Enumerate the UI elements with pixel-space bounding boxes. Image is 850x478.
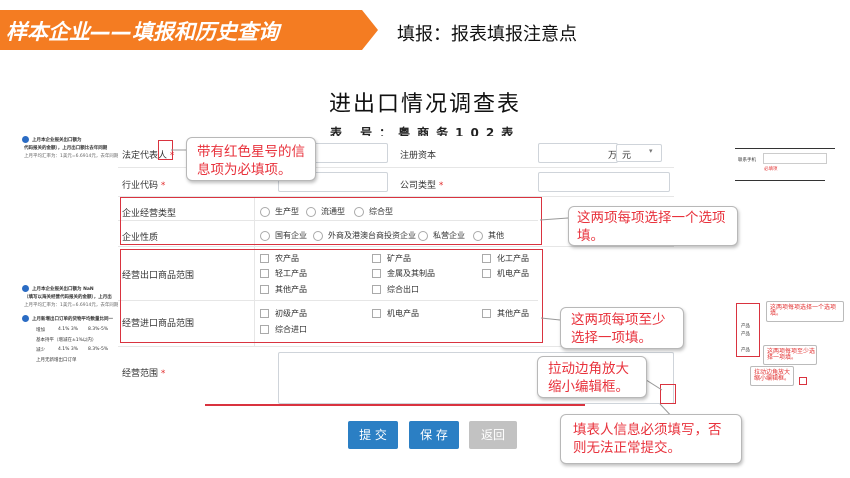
submit-button[interactable]: 提 交 [348,421,398,449]
callout-multi-choice: 这两项每项至少选择一项填。 [560,307,684,349]
callout-filler-info: 填表人信息必须填写，否则无法正常提交。 [560,414,742,464]
callout-resize: 拉动边角放大缩小编辑框。 [537,356,647,398]
back-button[interactable]: 返回 [469,421,517,449]
callout-required: 带有红色星号的信息项为必填项。 [186,137,316,181]
callout-text: 这两项每项选择一个选项填。 [577,210,726,244]
save-button[interactable]: 保 存 [409,421,459,449]
callout-text: 填表人信息必须填写，否则无法正常提交。 [573,422,722,456]
callout-text: 这两项每项至少选择一项填。 [571,312,666,346]
callout-single-choice: 这两项每项选择一个选项填。 [568,206,738,246]
callout-text: 带有红色星号的信息项为必填项。 [197,144,305,178]
callout-text: 拉动边角放大缩小编辑框。 [548,361,629,395]
